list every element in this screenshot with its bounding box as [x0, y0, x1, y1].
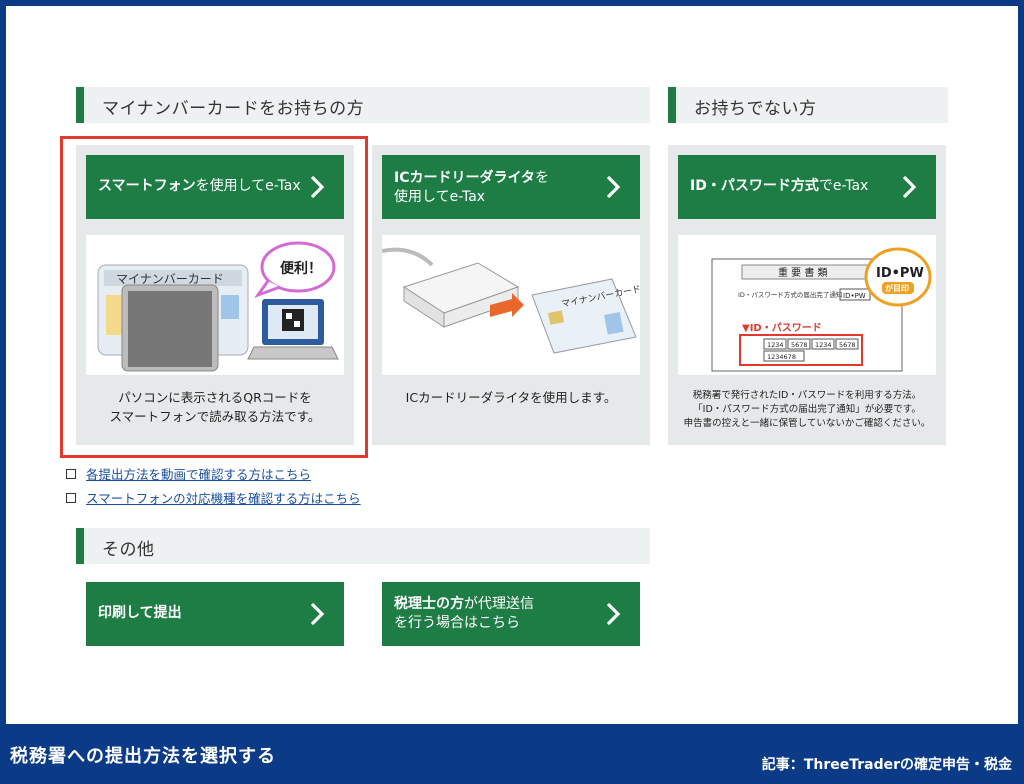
idpw-document-illustration: 重 要 書 類 ID・パスワード方式の届出完了通知 ID•PW ▼ID・パスワー… [678, 235, 936, 375]
svg-text:1234: 1234 [815, 341, 832, 349]
section-title: マイナンバーカードをお持ちの方 [102, 99, 365, 119]
svg-text:▼ID・パスワード: ▼ID・パスワード [742, 322, 822, 334]
footer-credit: 記事：ThreeTraderの確定申告・税金 [761, 757, 1012, 773]
chevron-right-icon [902, 175, 917, 199]
option-card-ic-reader: ICカードリーダライタを 使用してe-Tax マイナンバーカード ICカードリーダ… [372, 145, 650, 445]
svg-text:5678: 5678 [839, 341, 856, 349]
section-title: お持ちでない方 [694, 99, 817, 119]
svg-text:ID・パスワード方式の届出完了通知: ID・パスワード方式の届出完了通知 [738, 290, 842, 299]
highlight-box [60, 136, 368, 458]
svg-text:が目印: が目印 [885, 283, 909, 293]
video-guide-link[interactable]: 各提出方法を動画で確認する方はこちら [66, 464, 311, 483]
print-submit-button[interactable]: 印刷して提出 [86, 582, 344, 646]
ic-reader-etax-button[interactable]: ICカードリーダライタを 使用してe-Tax [382, 155, 640, 219]
section-header-other: その他 [76, 528, 650, 564]
idpw-description: 税務署で発行されたID・パスワードを利用する方法。 「ID・パスワード方式の届出… [683, 390, 931, 429]
ic-reader-description: ICカードリーダライタを使用します。 [405, 390, 617, 405]
section-header-mynumber: マイナンバーカードをお持ちの方 [76, 87, 650, 123]
svg-text:5678: 5678 [791, 341, 808, 349]
link-square-icon [66, 493, 76, 503]
footer-caption: 税務署への提出方法を選択する [10, 746, 276, 767]
chevron-right-icon [606, 602, 621, 626]
option-card-idpw: ID・パスワード方式でe-Tax 重 要 書 類 ID・パスワード方式の届出完了… [668, 145, 946, 445]
ic-reader-illustration: マイナンバーカード [381, 235, 642, 375]
svg-text:重 要 書 類: 重 要 書 類 [778, 266, 828, 279]
link-square-icon [66, 469, 76, 479]
chevron-right-icon [310, 602, 325, 626]
svg-text:1234: 1234 [767, 341, 784, 349]
supported-devices-link[interactable]: スマートフォンの対応機種を確認する方はこちら [66, 488, 361, 507]
section-title: その他 [102, 540, 155, 560]
tax-accountant-button[interactable]: 税理士の方が代理送信 を行う場合はこちら [382, 582, 640, 646]
idpw-etax-button[interactable]: ID・パスワード方式でe-Tax [678, 155, 936, 219]
section-header-no-card: お持ちでない方 [668, 87, 948, 123]
svg-text:ID•PW: ID•PW [843, 292, 866, 300]
chevron-right-icon [606, 175, 621, 199]
svg-text:ID•PW: ID•PW [876, 266, 924, 281]
svg-text:1234678: 1234678 [767, 353, 796, 361]
